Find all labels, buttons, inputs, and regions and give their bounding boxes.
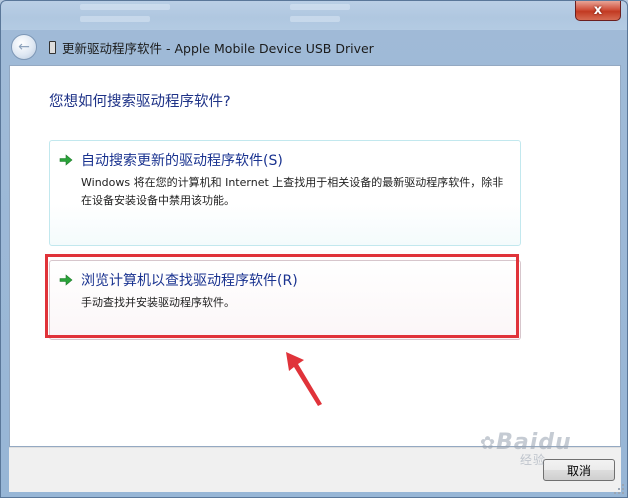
navigation-bar: ← 更新驱动程序软件 - Apple Mobile Device USB Dri… bbox=[9, 32, 621, 62]
annotation-arrow-icon bbox=[286, 352, 322, 406]
option-browse-computer[interactable]: 浏览计算机以查找驱动程序软件(R) 手动查找并安装驱动程序软件。 bbox=[49, 260, 521, 340]
close-icon: x bbox=[593, 3, 603, 18]
baidu-watermark: ✿Baidu 经验 bbox=[480, 430, 600, 470]
back-button[interactable]: ← bbox=[11, 34, 37, 60]
dialog-window: x ← 更新驱动程序软件 - Apple Mobile Device USB D… bbox=[0, 0, 628, 498]
close-button[interactable]: x bbox=[575, 1, 621, 21]
window-title: 更新驱动程序软件 - Apple Mobile Device USB Drive… bbox=[62, 40, 374, 56]
usb-device-icon bbox=[49, 40, 56, 54]
option-browse-computer-description: 手动查找并安装驱动程序软件。 bbox=[81, 296, 235, 309]
page-heading: 您想如何搜索驱动程序软件? bbox=[49, 94, 231, 110]
back-arrow-icon: ← bbox=[18, 39, 30, 55]
option-auto-search[interactable]: 自动搜索更新的驱动程序软件(S) Windows 将在您的计算机和 Intern… bbox=[49, 140, 521, 246]
resize-grip-icon[interactable] bbox=[613, 483, 625, 495]
paw-icon: ✿ bbox=[480, 433, 497, 454]
option-browse-computer-title: 浏览计算机以查找驱动程序软件(R) bbox=[81, 273, 298, 289]
green-arrow-icon bbox=[59, 274, 73, 286]
option-auto-search-title: 自动搜索更新的驱动程序软件(S) bbox=[81, 153, 283, 169]
green-arrow-icon bbox=[59, 154, 73, 166]
option-auto-search-description: Windows 将在您的计算机和 Internet 上查找用于相关设备的最新驱动… bbox=[81, 176, 504, 207]
